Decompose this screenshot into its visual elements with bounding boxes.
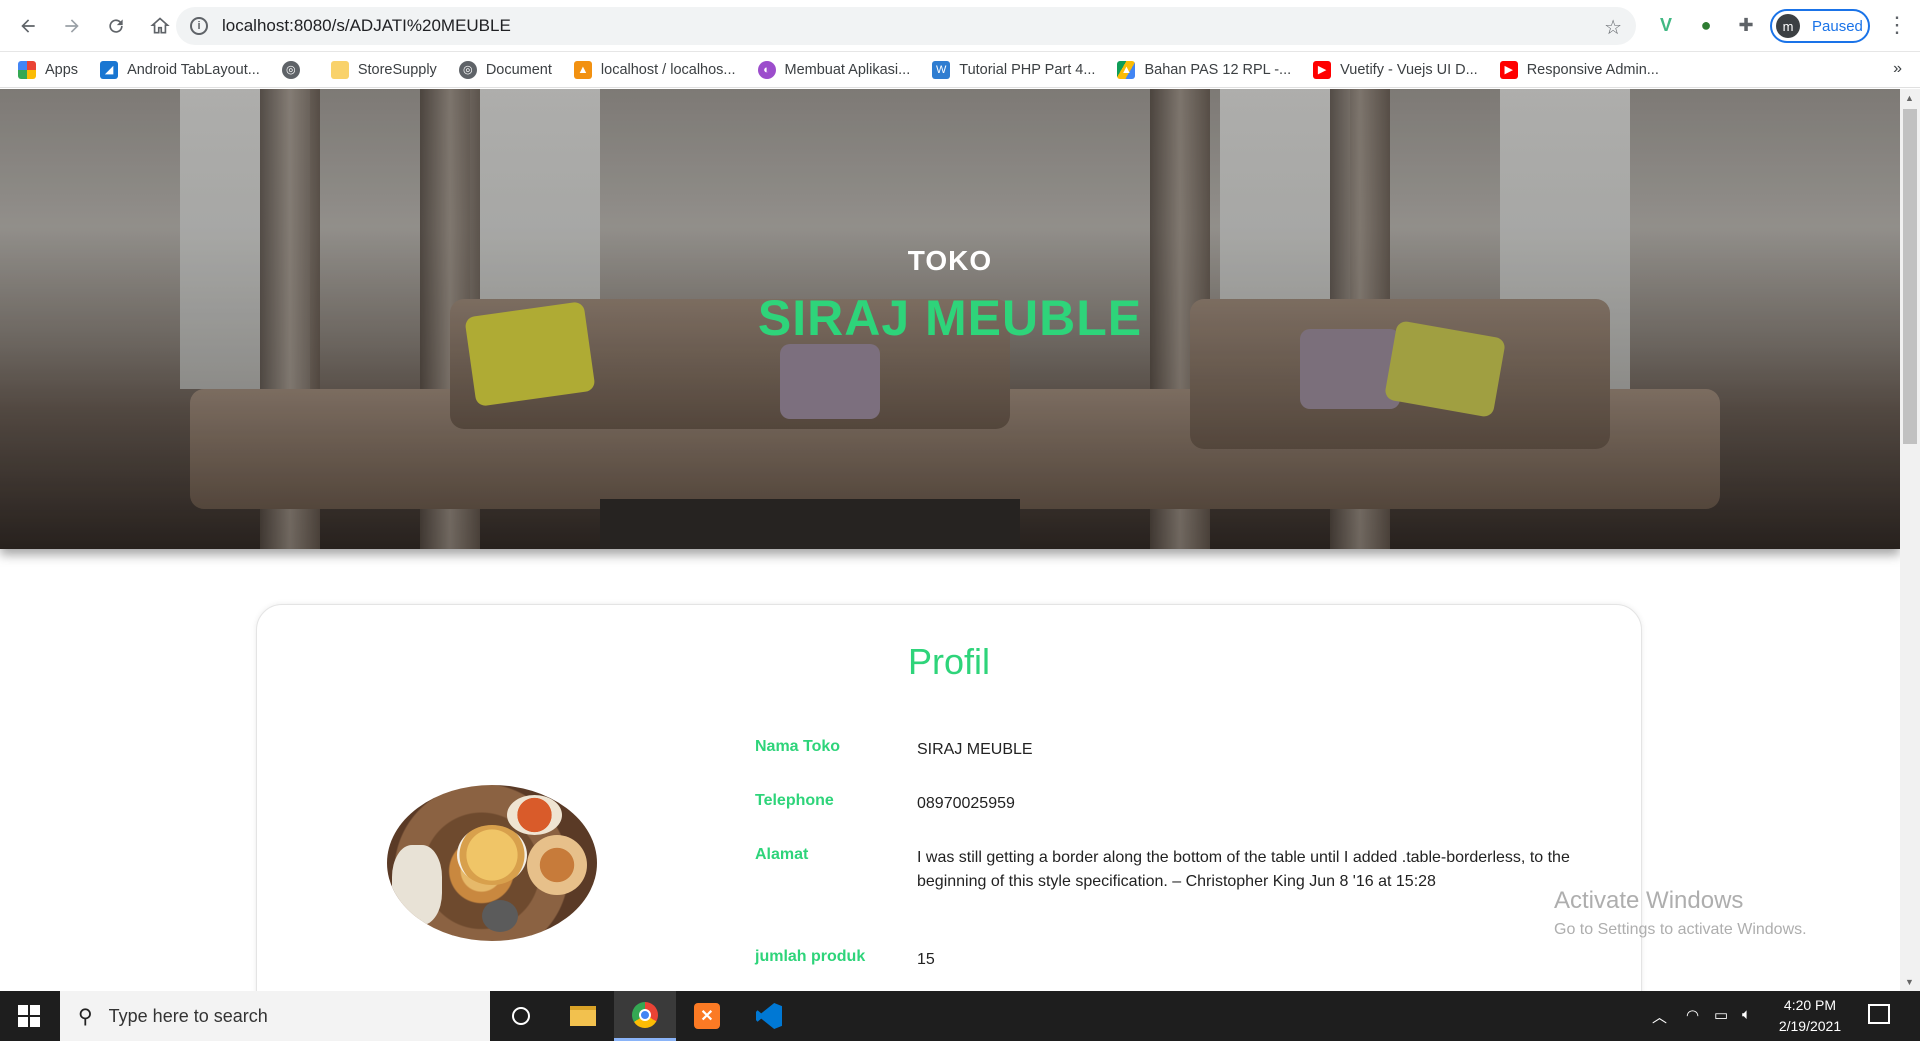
store-photo-hand <box>392 845 442 925</box>
profile-card: Profil Nama Toko SIRAJ MEUBLE Telephone … <box>256 604 1642 991</box>
notification-center-icon[interactable] <box>1868 1004 1890 1024</box>
network-icon[interactable]: ◠ <box>1686 1006 1699 1024</box>
taskbar-search-box[interactable]: ⚲ Type here to search <box>60 991 490 1041</box>
site-icon: ◐ <box>757 60 776 79</box>
activate-windows-watermark: Activate Windows Go to Settings to activ… <box>1554 887 1807 939</box>
clock-date: 2/19/2021 <box>1778 1018 1842 1034</box>
bookmark-document[interactable]: ◎ Document <box>458 60 552 79</box>
home-icon[interactable] <box>140 6 180 46</box>
phpmyadmin-icon: ▲ <box>573 60 592 79</box>
forward-icon[interactable] <box>52 6 92 46</box>
avatar: m <box>1776 14 1800 38</box>
bookmark-label: Document <box>485 61 552 78</box>
bookmark-globe[interactable]: ◎ <box>281 60 309 79</box>
bookmark-apps[interactable]: Apps <box>18 60 79 79</box>
bookmarks-overflow-icon[interactable]: » <box>1893 60 1902 78</box>
xampp-icon[interactable]: ✕ <box>676 991 738 1041</box>
globe-icon: ◎ <box>458 60 477 79</box>
cortana-icon[interactable] <box>490 991 552 1041</box>
hero-banner: TOKO SIRAJ MEUBLE <box>0 89 1900 549</box>
battery-icon[interactable]: ▭ <box>1714 1006 1728 1024</box>
browser-toolbar: i localhost:8080/s/ADJATI%20MEUBLE ☆ V ●… <box>0 0 1920 52</box>
bookmark-label: Bahan PAS 12 RPL -... <box>1144 61 1292 78</box>
page-scrollbar[interactable]: ▲ ▼ <box>1900 89 1920 991</box>
profile-heading: Profil <box>907 641 991 682</box>
clock-time: 4:20 PM <box>1783 997 1837 1013</box>
browser-menu-icon[interactable]: ⋮ <box>1886 12 1908 38</box>
bookmark-label: localhost / localhos... <box>600 61 736 78</box>
back-icon[interactable] <box>8 6 48 46</box>
folder-icon <box>330 60 349 79</box>
bookmarks-bar: Apps ◢ Android TabLayout... ◎ StoreSuppl… <box>0 52 1920 88</box>
windows-start-icon[interactable] <box>18 1005 40 1027</box>
profile-button[interactable]: m Paused <box>1770 9 1870 43</box>
globe-icon: ◎ <box>281 60 300 79</box>
w3-icon: W <box>932 60 951 79</box>
youtube-icon: ▶ <box>1499 60 1518 79</box>
bookmark-label: Tutorial PHP Part 4... <box>959 61 1096 78</box>
info-label: jumlah produk <box>755 948 866 965</box>
bookmark-label: Apps <box>45 61 79 78</box>
store-photo-plate <box>507 795 562 835</box>
bookmark-bahan-pas[interactable]: ▲ Bahan PAS 12 RPL -... <box>1117 60 1292 79</box>
bookmark-responsive-admin[interactable]: ▶ Responsive Admin... <box>1499 60 1659 79</box>
google-drive-icon: ▲ <box>1117 60 1136 79</box>
taskbar-clock[interactable]: 4:20 PM 2/19/2021 <box>1760 995 1860 1037</box>
vue-devtools-icon[interactable]: V <box>1654 13 1678 37</box>
hero-store-name: SIRAJ MEUBLE <box>757 290 1143 346</box>
search-placeholder: Type here to search <box>108 1005 268 1026</box>
bookmark-label: StoreSupply <box>357 61 437 78</box>
bookmark-vuetify[interactable]: ▶ Vuetify - Vuejs UI D... <box>1313 60 1478 79</box>
info-value: 08970025959 <box>917 795 1015 812</box>
apps-grid-icon <box>18 60 36 79</box>
windows-taskbar: ⚲ Type here to search ✕ ︿ ◠ ▭ 🔈︎ 4:20 PM… <box>0 991 1920 1041</box>
store-photo <box>387 785 597 941</box>
bookmark-label: Android TabLayout... <box>127 61 260 78</box>
page-viewport: TOKO SIRAJ MEUBLE Profil Nama Toko SIRAJ… <box>0 89 1900 991</box>
scroll-down-icon[interactable]: ▼ <box>1905 977 1914 987</box>
vscode-icon[interactable] <box>738 991 800 1041</box>
bookmark-label: Membuat Aplikasi... <box>784 61 911 78</box>
bookmark-label: Responsive Admin... <box>1526 61 1659 78</box>
bookmark-phpmyadmin[interactable]: ▲ localhost / localhos... <box>573 60 736 79</box>
info-label: Telephone <box>755 792 834 809</box>
info-value: SIRAJ MEUBLE <box>917 741 1033 758</box>
volume-icon[interactable]: 🔈︎ <box>1742 1006 1751 1023</box>
info-value: I was still getting a border along the b… <box>917 849 1570 890</box>
tray-overflow-icon[interactable]: ︿ <box>1652 1006 1667 1027</box>
store-photo-plate <box>527 835 587 895</box>
watermark-title: Activate Windows <box>1554 887 1744 914</box>
info-label: Alamat <box>755 846 809 863</box>
url-text[interactable]: localhost:8080/s/ADJATI%20MEUBLE <box>222 16 511 36</box>
globe-extension-icon[interactable]: ● <box>1694 13 1718 37</box>
file-explorer-icon[interactable] <box>552 991 614 1041</box>
chrome-taskbar-icon[interactable] <box>614 991 676 1041</box>
address-bar[interactable]: i localhost:8080/s/ADJATI%20MEUBLE ☆ <box>176 7 1636 45</box>
bookmark-label: Vuetify - Vuejs UI D... <box>1340 61 1478 78</box>
bookmark-tutorial-php[interactable]: W Tutorial PHP Part 4... <box>932 60 1096 79</box>
bookmark-android-tablayout[interactable]: ◢ Android TabLayout... <box>100 60 260 79</box>
profile-status-label: Paused <box>1812 17 1863 35</box>
android-bookmark-icon: ◢ <box>100 60 119 79</box>
youtube-icon: ▶ <box>1313 60 1332 79</box>
store-photo-kettle <box>482 900 518 932</box>
hero-pre-title: TOKO <box>907 245 993 276</box>
bookmark-star-icon[interactable]: ☆ <box>1604 15 1622 40</box>
bookmark-membuat-aplikasi[interactable]: ◐ Membuat Aplikasi... <box>757 60 911 79</box>
reload-icon[interactable] <box>96 6 136 46</box>
scroll-up-icon[interactable]: ▲ <box>1905 93 1914 103</box>
store-photo-plate <box>457 825 527 885</box>
info-label: Nama Toko <box>755 738 841 755</box>
scrollbar-thumb[interactable] <box>1903 109 1917 444</box>
extensions-puzzle-icon[interactable]: ✚ <box>1734 13 1758 37</box>
bookmark-storesupply[interactable]: StoreSupply <box>330 60 437 79</box>
watermark-subtitle: Go to Settings to activate Windows. <box>1554 921 1807 938</box>
info-value: 15 <box>917 951 935 968</box>
site-info-icon[interactable]: i <box>190 17 208 35</box>
search-icon: ⚲ <box>78 1005 93 1028</box>
